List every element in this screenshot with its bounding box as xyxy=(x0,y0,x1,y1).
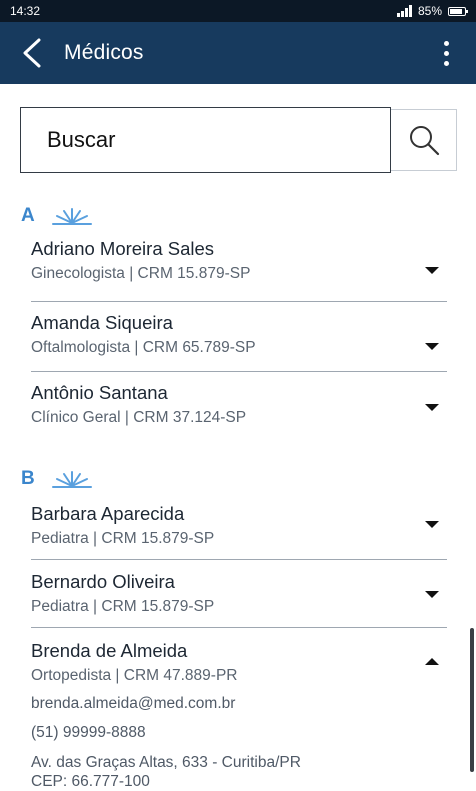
status-bar: 14:32 85% xyxy=(0,0,476,22)
sunburst-icon xyxy=(51,208,92,225)
section-header-a: A xyxy=(0,200,476,232)
expand-caret-icon[interactable] xyxy=(425,591,439,598)
status-time: 14:32 xyxy=(10,4,41,18)
section-header-b: B xyxy=(0,463,476,495)
more-options-button[interactable] xyxy=(416,22,476,84)
back-button[interactable] xyxy=(0,22,64,84)
expand-caret-icon[interactable] xyxy=(425,343,439,350)
more-vert-icon xyxy=(443,40,449,66)
doctor-specialty: Oftalmologista | CRM 65.789-SP xyxy=(31,339,256,356)
scrollbar-thumb[interactable] xyxy=(470,628,474,772)
list-item[interactable]: Amanda Siqueira Oftalmologista | CRM 65.… xyxy=(31,302,447,372)
expand-caret-icon[interactable] xyxy=(425,267,439,274)
doctor-name: Brenda de Almeida xyxy=(31,640,188,661)
section-letter: A xyxy=(21,205,35,226)
signal-icon xyxy=(396,5,412,17)
doctor-specialty: Pediatra | CRM 15.879-SP xyxy=(31,530,215,547)
doctor-name: Adriano Moreira Sales xyxy=(31,238,215,259)
search-icon xyxy=(409,126,439,156)
app-bar: Médicos xyxy=(0,22,476,84)
doctor-specialty: Clínico Geral | CRM 37.124-SP xyxy=(31,409,247,426)
doctor-name: Barbara Aparecida xyxy=(31,503,185,524)
page-title: Médicos xyxy=(64,41,144,64)
collapse-caret-icon[interactable] xyxy=(425,658,439,665)
doctor-list: A Adriano Moreira Sales Ginecologista | … xyxy=(0,200,476,791)
expand-caret-icon[interactable] xyxy=(425,404,439,411)
section-letter: B xyxy=(21,468,35,489)
list-item[interactable]: Bernardo Oliveira Pediatra | CRM 15.879-… xyxy=(31,560,447,628)
list-item[interactable]: Barbara Aparecida Pediatra | CRM 15.879-… xyxy=(31,503,447,560)
battery-percent: 85% xyxy=(417,4,442,18)
doctor-name: Amanda Siqueira xyxy=(31,312,173,333)
battery-icon xyxy=(448,6,468,16)
doctor-specialty: Ortopedista | CRM 47.889-PR xyxy=(31,667,238,684)
status-icons: 85% xyxy=(396,4,468,18)
doctor-name: Antônio Santana xyxy=(31,382,168,403)
doctor-specialty: Pediatra | CRM 15.879-SP xyxy=(31,598,215,615)
arrow-left-icon xyxy=(23,38,41,68)
list-item[interactable]: Antônio Santana Clínico Geral | CRM 37.1… xyxy=(31,372,447,441)
search-bar xyxy=(20,107,457,173)
sunburst-icon xyxy=(51,471,92,488)
search-button[interactable] xyxy=(391,109,457,171)
search-input[interactable] xyxy=(20,107,391,173)
doctor-cep: CEP: 66.777-100 xyxy=(31,773,150,790)
doctor-name: Bernardo Oliveira xyxy=(31,571,175,592)
doctor-email[interactable]: brenda.almeida@med.com.br xyxy=(31,695,447,713)
expand-caret-icon[interactable] xyxy=(425,521,439,528)
doctor-phone[interactable]: (51) 99999-8888 xyxy=(31,724,447,742)
list-item[interactable]: Adriano Moreira Sales Ginecologista | CR… xyxy=(31,238,447,302)
doctor-address: Av. das Graças Altas, 633 - Curitiba/PR xyxy=(31,754,301,771)
doctor-specialty: Ginecologista | CRM 15.879-SP xyxy=(31,265,251,282)
list-item-expanded[interactable]: Brenda de Almeida Ortopedista | CRM 47.8… xyxy=(31,628,447,791)
